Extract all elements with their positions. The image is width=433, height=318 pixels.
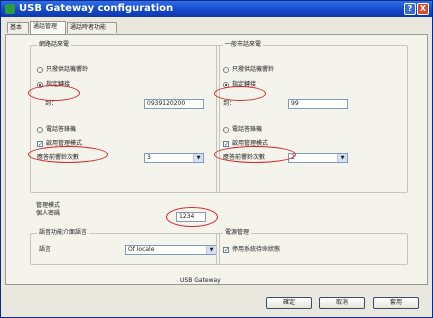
config-window: USB Gateway configuration ? X 基本 通話管理 通話… (0, 0, 433, 318)
pin-input[interactable]: 1234 (176, 212, 206, 222)
pstn-rings-value: 3 (147, 154, 151, 161)
title-bar[interactable]: USB Gateway configuration ? X (1, 1, 432, 17)
pstn-ring-only-radio[interactable] (37, 67, 43, 73)
landline-rings-value: 2 (291, 154, 295, 161)
disable-standby-checkbox[interactable]: ✓ (223, 247, 229, 254)
tab-basic[interactable]: 基本 (7, 22, 29, 33)
chevron-down-icon[interactable]: ▼ (337, 154, 347, 162)
landline-managed-mode-checkbox[interactable]: ✓ (223, 141, 229, 148)
landline-managed-mode-label: 啟用管理模式 (232, 140, 269, 147)
chevron-down-icon[interactable]: ▼ (193, 154, 203, 162)
pstn-voicemail-radio[interactable] (37, 127, 43, 133)
tab-call-features[interactable]: 通話時者功能 (67, 22, 117, 33)
pin-label: 個人密碼 (36, 210, 61, 217)
apply-button[interactable]: 套用 (373, 297, 419, 309)
tab-panel: 網路話來電 只撥供話機響鈴 指定轉接 到： 0939120200 電話答錄機 ✓… (5, 34, 428, 285)
disable-standby-label: 停用系統待命狀態 (232, 246, 281, 253)
pstn-rings-label: 應答前響鈴次數 (37, 154, 80, 161)
language-value: Of locale (128, 246, 155, 253)
landline-forward-radio[interactable] (223, 82, 229, 88)
tab-call-management[interactable]: 通話管理 (30, 21, 66, 34)
landline-voicemail-label: 電話答錄機 (232, 126, 263, 133)
pstn-voicemail-label: 電話答錄機 (46, 126, 77, 133)
pstn-incoming-group: 網路話來電 只撥供話機響鈴 指定轉接 到： 0939120200 電話答錄機 ✓… (30, 41, 220, 193)
close-button[interactable]: X (417, 3, 429, 15)
ok-button[interactable]: 確定 (266, 297, 312, 309)
chevron-down-icon[interactable]: ▼ (206, 246, 216, 254)
admin-mode-label: 管理模式 (36, 202, 61, 209)
power-group-title: 電源管理 (223, 229, 252, 237)
pstn-managed-mode-label: 啟用管理模式 (46, 140, 83, 147)
pstn-forward-radio[interactable] (37, 82, 43, 88)
pstn-forward-label: 指定轉接 (46, 81, 71, 88)
pstn-to-label: 到： (45, 100, 58, 107)
language-label: 語言 (39, 246, 52, 253)
landline-ring-only-radio[interactable] (223, 67, 229, 73)
landline-rings-select[interactable]: 2 ▼ (288, 153, 348, 163)
landline-incoming-group: 一般市話來電 只撥供話機響鈴 指定轉接 到： 99 電話答錄機 ✓ 啟用管理模式… (216, 41, 408, 193)
app-icon (5, 4, 15, 14)
landline-voicemail-radio[interactable] (223, 127, 229, 133)
brand-label: USB Gateway (180, 277, 221, 284)
landline-rings-label: 應答前響鈴次數 (223, 154, 266, 161)
cancel-button[interactable]: 取消 (319, 297, 365, 309)
help-button[interactable]: ? (404, 3, 416, 15)
pstn-ring-only-label: 只撥供話機響鈴 (46, 66, 89, 73)
landline-forward-label: 指定轉接 (232, 81, 257, 88)
landline-forward-number-input[interactable]: 99 (288, 99, 348, 109)
language-group-title: 語音功能介面語言 (37, 229, 90, 237)
pstn-rings-select[interactable]: 3 ▼ (144, 153, 204, 163)
window-title: USB Gateway configuration (19, 3, 174, 14)
landline-to-label: 到： (223, 100, 236, 107)
pstn-forward-number-input[interactable]: 0939120200 (144, 99, 204, 109)
power-management-group: 電源管理 ✓ 停用系統待命狀態 (216, 229, 408, 265)
landline-group-title: 一般市話來電 (223, 41, 264, 49)
landline-ring-only-label: 只撥供話機響鈴 (232, 66, 275, 73)
pstn-group-title: 網路話來電 (37, 41, 72, 49)
language-select[interactable]: Of locale ▼ (125, 245, 217, 255)
language-group: 語音功能介面語言 語言 Of locale ▼ (30, 229, 220, 265)
pstn-managed-mode-checkbox[interactable]: ✓ (37, 141, 43, 148)
